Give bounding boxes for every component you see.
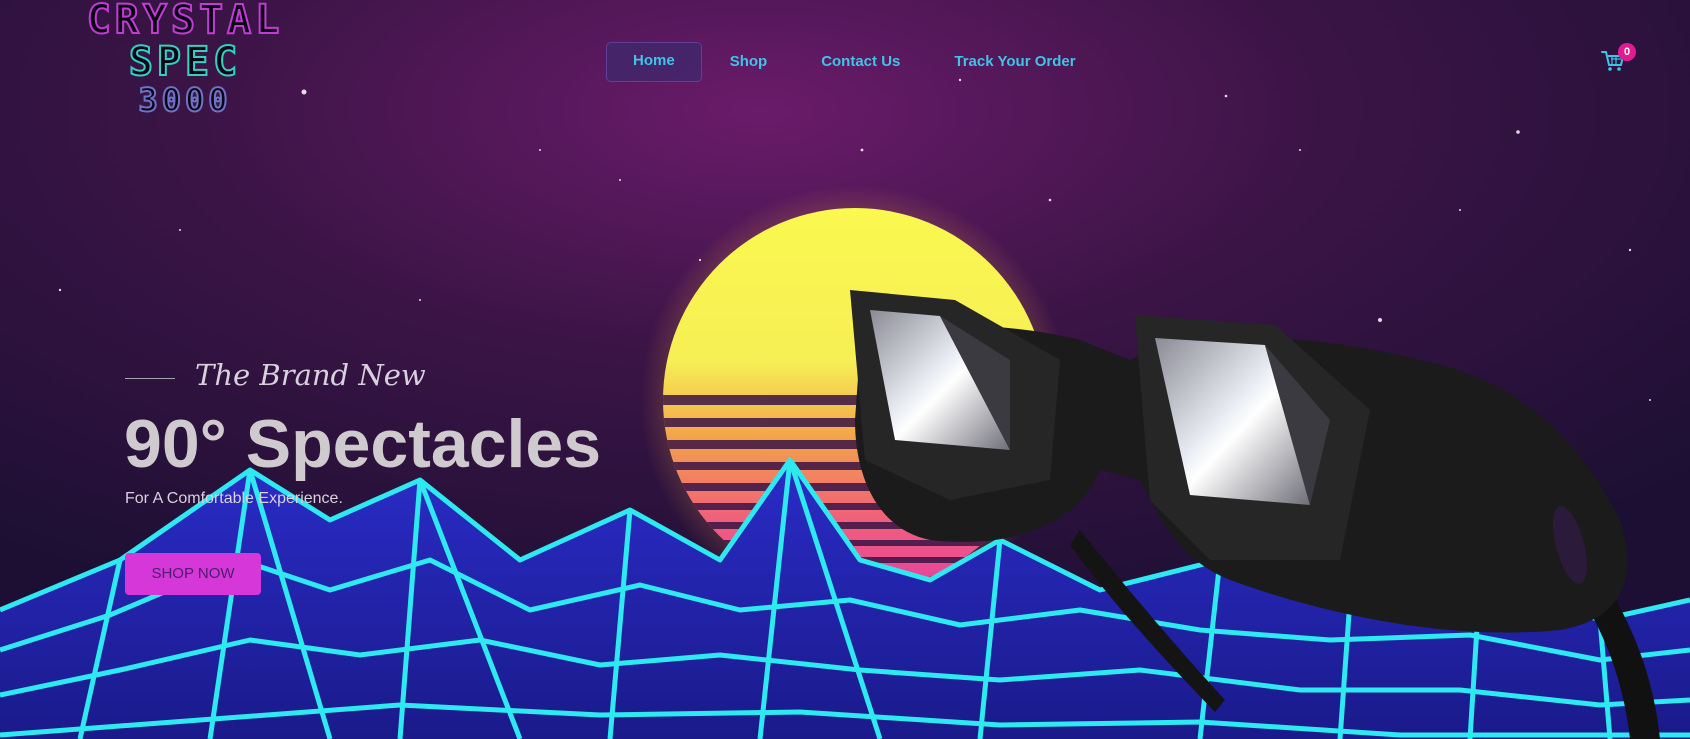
hero-headline: 90° Spectacles xyxy=(124,406,602,482)
shop-now-button[interactable]: SHOP NOW xyxy=(125,553,261,595)
nav-item-track-your-order[interactable]: Track Your Order xyxy=(928,43,1101,81)
hero-subline: For A Comfortable Experience. xyxy=(125,490,343,507)
logo-line-3: 3000 xyxy=(137,81,232,119)
hero-kicker: The Brand New xyxy=(195,358,426,392)
logo-line-2: SPEC xyxy=(128,39,242,85)
nav-item-shop[interactable]: Shop xyxy=(704,43,794,81)
kicker-divider xyxy=(125,378,175,379)
nav-item-contact-us[interactable]: Contact Us xyxy=(795,43,926,81)
nav-item-home[interactable]: Home xyxy=(606,42,702,82)
site-logo[interactable]: CRYSTAL SPEC 3000 xyxy=(60,0,310,125)
hero-stage: CRYSTAL SPEC 3000 Home Shop Contact Us T… xyxy=(0,0,1690,739)
main-nav: Home Shop Contact Us Track Your Order xyxy=(606,42,1104,82)
logo-line-1: CRYSTAL xyxy=(86,0,284,43)
cart-count-badge[interactable]: 0 xyxy=(1618,43,1636,61)
